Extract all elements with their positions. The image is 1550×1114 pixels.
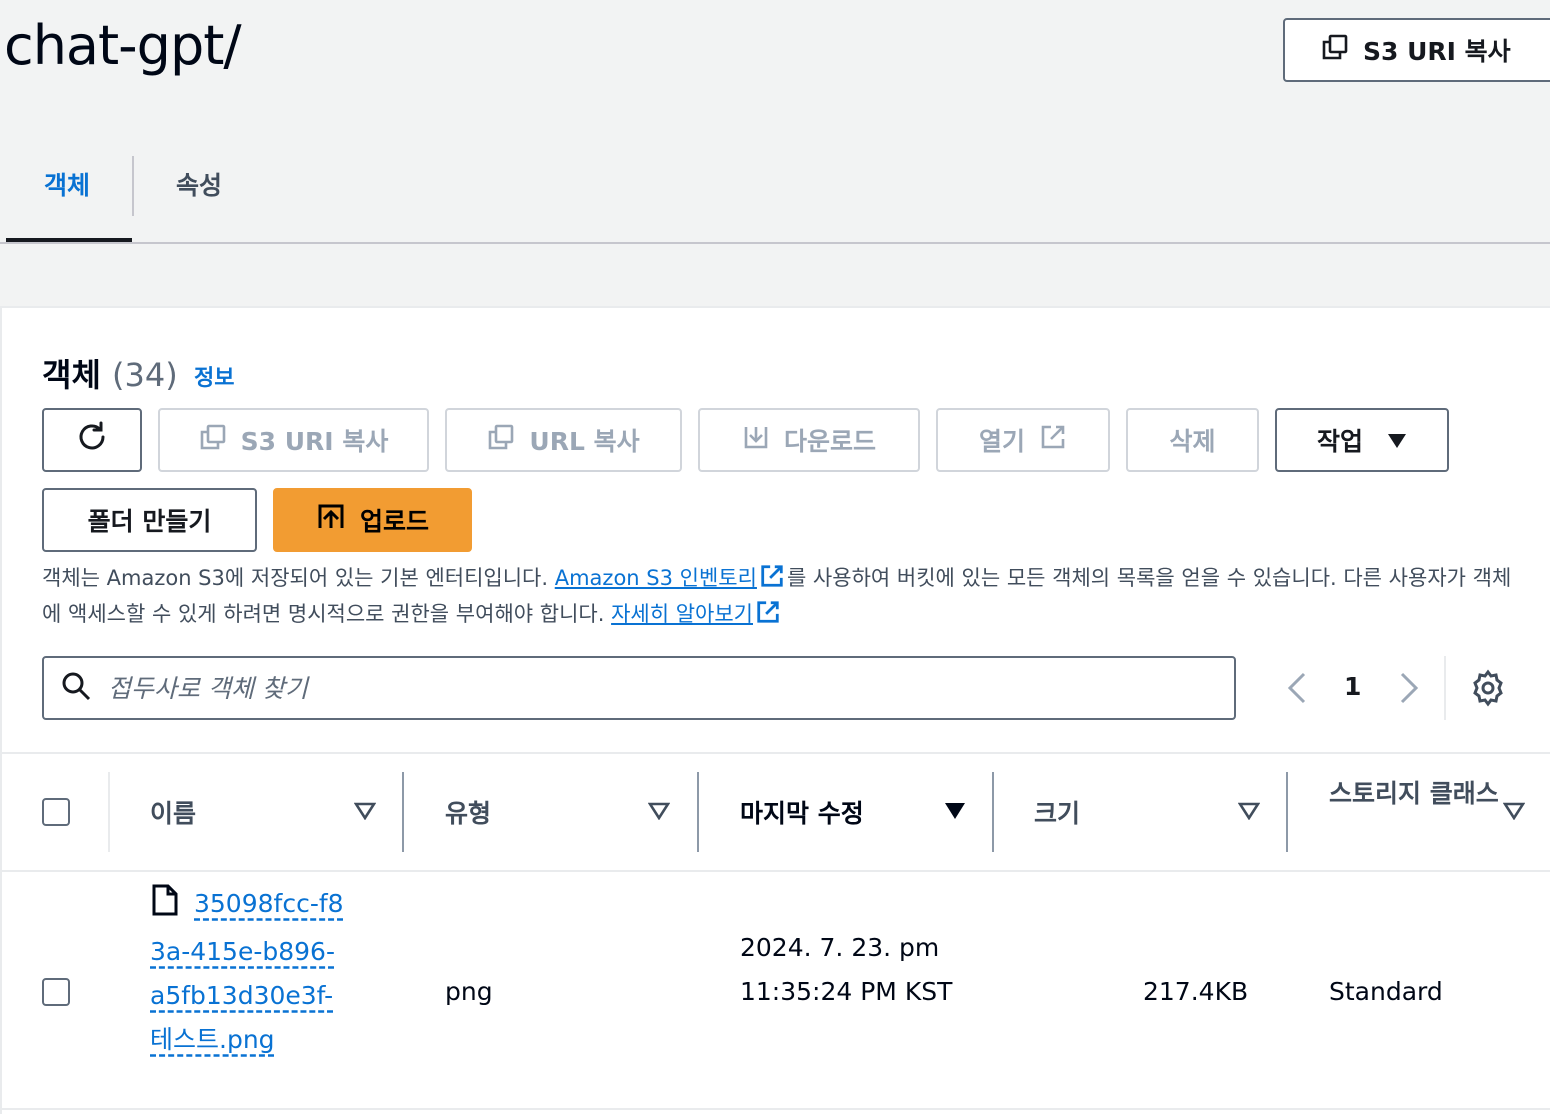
pagination-divider	[1444, 656, 1446, 720]
row-divider	[2, 1108, 1550, 1110]
tabs-border	[0, 242, 1550, 244]
objects-heading-label: 객체	[42, 356, 101, 394]
copy-icon	[487, 423, 515, 457]
caret-down-icon	[1387, 426, 1407, 455]
info-link[interactable]: 정보	[194, 360, 234, 392]
table-row-size: 217.4KB	[1143, 977, 1249, 1006]
upload-button[interactable]: 업로드	[273, 488, 472, 552]
objects-count: (34)	[112, 356, 178, 394]
column-header-name[interactable]: 이름	[150, 794, 196, 830]
search-input[interactable]	[108, 673, 1188, 703]
copy-s3-uri-label: S3 URI 복사	[1363, 37, 1511, 66]
refresh-button[interactable]	[42, 408, 142, 472]
download-label: 다운로드	[783, 427, 876, 456]
current-page[interactable]: 1	[1344, 672, 1361, 701]
column-divider	[108, 772, 110, 852]
tab-properties[interactable]: 속성	[176, 166, 222, 202]
download-icon	[742, 423, 770, 457]
sort-icon[interactable]	[353, 802, 377, 824]
refresh-icon	[74, 419, 110, 461]
column-header-type[interactable]: 유형	[445, 794, 491, 830]
sort-icon[interactable]	[1502, 802, 1526, 824]
table-row-last-modified: 2024. 7. 23. pm 11:35:24 PM KST	[740, 933, 953, 1006]
copy-s3-uri-button[interactable]: S3 URI 복사	[1283, 18, 1550, 82]
copy-s3-uri-label: S3 URI 복사	[240, 427, 389, 456]
open-button[interactable]: 열기	[936, 408, 1110, 472]
upload-label: 업로드	[359, 507, 429, 536]
create-folder-button[interactable]: 폴더 만들기	[42, 488, 257, 552]
inventory-link[interactable]: Amazon S3 인벤토리	[555, 566, 757, 590]
table-row-storage-class: Standard	[1329, 977, 1443, 1006]
chevron-left-icon[interactable]	[1282, 668, 1312, 712]
tab-objects[interactable]: 객체	[44, 166, 90, 202]
table-row-type: png	[445, 977, 493, 1006]
select-all-checkbox[interactable]	[42, 798, 70, 826]
delete-label: 삭제	[1169, 427, 1216, 456]
copy-url-button[interactable]: URL 복사	[445, 408, 682, 472]
upload-icon	[316, 502, 346, 538]
description-text-1: 객체는 Amazon S3에 저장되어 있는 기본 엔터티입니다.	[42, 566, 555, 590]
column-header-size[interactable]: 크기	[1034, 794, 1080, 830]
delete-button[interactable]: 삭제	[1126, 408, 1259, 472]
objects-heading: 객체 (34)	[42, 350, 178, 396]
file-icon	[150, 884, 180, 930]
learn-more-link[interactable]: 자세히 알아보기	[611, 602, 753, 626]
column-divider[interactable]	[402, 772, 404, 852]
objects-description: 객체는 Amazon S3에 저장되어 있는 기본 엔터티입니다. Amazon…	[42, 562, 1522, 634]
external-link-icon	[759, 563, 785, 598]
search-icon	[60, 670, 92, 706]
open-label: 열기	[978, 427, 1025, 456]
actions-dropdown[interactable]: 작업	[1275, 408, 1449, 472]
create-folder-label: 폴더 만들기	[87, 507, 212, 536]
sort-icon[interactable]	[647, 802, 671, 824]
column-header-storage-class[interactable]: 스토리지 클래스	[1329, 774, 1499, 814]
sort-icon[interactable]	[1237, 802, 1261, 824]
table-row-name: 35098fcc-f83a-415e-b896-a5fb13d30e3f-테스트…	[150, 882, 350, 1062]
tab-divider	[132, 156, 134, 216]
copy-s3-uri-button-disabled[interactable]: S3 URI 복사	[158, 408, 429, 472]
row-checkbox[interactable]	[42, 978, 70, 1006]
active-tab-indicator	[6, 238, 132, 242]
column-divider[interactable]	[697, 772, 699, 852]
column-header-last-modified[interactable]: 마지막 수정	[740, 794, 864, 830]
column-divider[interactable]	[1286, 772, 1288, 852]
actions-label: 작업	[1316, 427, 1363, 456]
copy-url-label: URL 복사	[529, 427, 640, 456]
copy-icon	[1321, 33, 1349, 67]
download-button[interactable]: 다운로드	[698, 408, 920, 472]
sort-descending-icon[interactable]	[944, 802, 966, 824]
column-divider[interactable]	[992, 772, 994, 852]
search-box	[42, 656, 1236, 720]
external-link-icon	[1039, 423, 1067, 457]
page-title: chat-gpt/	[4, 14, 242, 77]
external-link-icon	[755, 599, 781, 634]
chevron-right-icon[interactable]	[1394, 668, 1424, 712]
gear-icon[interactable]	[1468, 668, 1508, 712]
table-header-bottom-border	[2, 870, 1550, 872]
copy-icon	[199, 423, 227, 457]
